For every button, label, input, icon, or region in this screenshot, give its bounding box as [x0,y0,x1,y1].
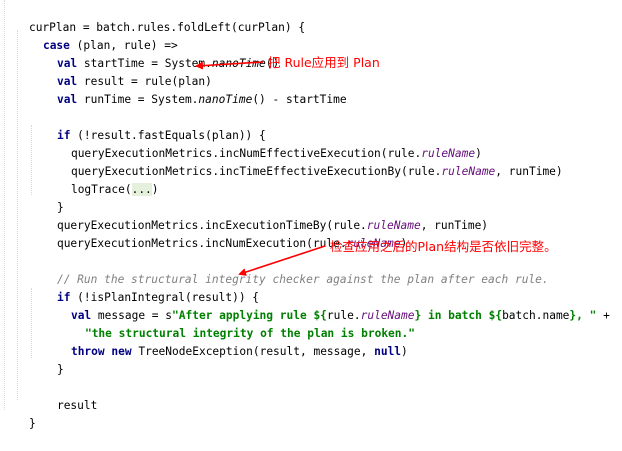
code-text: + [596,309,610,322]
code-text: TreeNodeException(result, message, [131,345,375,358]
keyword: null [374,345,402,358]
field-name: ruleName [441,165,496,178]
keyword: throw [70,345,105,358]
code-text: batch.name [502,309,570,322]
code-line: } [30,343,64,376]
code-text: queryExecutionMetrics.incNumExecution(ru… [56,237,347,250]
code-text: () - startTime [252,93,347,106]
code-line: result [30,379,97,412]
code-line: queryExecutionMetrics.incExecutionTimeBy… [30,199,488,232]
indent-guide [17,30,18,400]
code-line: val message = s"After applying rule ${ru… [44,289,610,322]
code-line: "the structural integrity of the plan is… [58,307,415,340]
code-line: val startTime = System.nanoTime() [30,37,279,70]
code-line: if (!result.fastEquals(plan)) { [30,109,266,142]
annotation-integrity-check: 检查应用之后的Plan结构是否依旧完整。 [330,239,557,254]
code-text: } [28,417,36,430]
annotation-apply-rule: 把 Rule应用到 Plan [268,55,380,70]
code-text: result [56,399,98,412]
keyword: val [56,93,78,106]
code-line: throw new TreeNodeException(result, mess… [44,325,408,358]
code-line: // Run the structural integrity checker … [30,253,549,286]
code-line: } [30,181,64,214]
code-line: queryExecutionMetrics.incTimeEffectiveEx… [44,145,563,178]
code-line: queryExecutionMetrics.incNumExecution(ru… [30,217,407,250]
code-line: queryExecutionMetrics.incNumEffectiveExe… [44,127,482,160]
code-text: ) [151,183,159,196]
code-text: } [56,363,64,376]
code-text: , runTime) [420,219,489,232]
code-text: runTime = System. [77,93,199,106]
code-line: if (!isPlanIntegral(result)) { [30,271,259,304]
code-line: val result = rule(plan) [30,55,212,88]
keyword: new [111,345,132,358]
code-text: , runTime) [495,165,563,178]
code-line: val runTime = System.nanoTime() - startT… [30,73,347,106]
code-text: logTrace( [70,183,132,196]
method-name: nanoTime [211,57,266,70]
string-literal: } in batch ${ [414,309,503,322]
code-line: curPlan = batch.rules.foldLeft(curPlan) … [2,1,305,34]
code-editor[interactable]: curPlan = batch.rules.foldLeft(curPlan) … [0,0,622,430]
string-literal: }, " [569,309,597,322]
folded-code-block[interactable]: ... [131,183,152,196]
indent-guide [4,0,5,410]
code-line: } [2,397,36,430]
code-text: ) [401,345,408,358]
method-name: nanoTime [198,93,253,106]
code-line: logTrace(...) [44,163,159,196]
code-line: case (plan, rule) => [16,19,178,52]
